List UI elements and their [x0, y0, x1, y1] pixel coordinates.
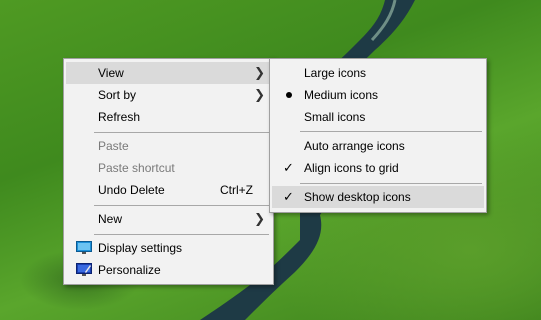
menu-item-label: Sort by: [98, 88, 137, 102]
menu-item-personalize[interactable]: Personalize: [66, 259, 271, 281]
menu-item-auto-arrange-icons[interactable]: Auto arrange icons: [272, 135, 484, 157]
menu-item-align-icons-to-grid[interactable]: ✓ Align icons to grid: [272, 157, 484, 179]
keyboard-shortcut: Ctrl+Z: [220, 183, 253, 197]
menu-item-label: Personalize: [98, 263, 161, 277]
menu-item-label: View: [98, 66, 124, 80]
menu-separator: [94, 234, 269, 235]
menu-item-label: Refresh: [98, 110, 141, 124]
chevron-right-icon: ❯: [254, 211, 265, 226]
menu-item-undo-delete[interactable]: Undo Delete Ctrl+Z: [66, 179, 271, 201]
menu-item-label: Auto arrange icons: [304, 139, 405, 153]
menu-separator: [94, 132, 269, 133]
chevron-right-icon: ❯: [254, 87, 265, 102]
menu-item-label: Align icons to grid: [304, 161, 399, 175]
menu-item-view[interactable]: View ❯: [66, 62, 271, 84]
menu-item-label: Medium icons: [304, 88, 379, 102]
menu-item-label: Paste shortcut: [98, 161, 175, 175]
menu-item-label: Show desktop icons: [304, 190, 411, 204]
menu-item-label: Paste: [98, 139, 129, 153]
menu-item-medium-icons[interactable]: Medium icons: [272, 84, 484, 106]
menu-item-small-icons[interactable]: Small icons: [272, 106, 484, 128]
menu-item-display-settings[interactable]: Display settings: [66, 237, 271, 259]
menu-item-paste-shortcut: Paste shortcut: [66, 157, 271, 179]
menu-item-large-icons[interactable]: Large icons: [272, 62, 484, 84]
display-settings-icon: [76, 241, 92, 254]
checkmark-icon: ✓: [283, 160, 294, 175]
view-submenu: Large icons Medium icons Small icons Aut…: [269, 58, 487, 213]
menu-item-new[interactable]: New ❯: [66, 208, 271, 230]
menu-item-label: Undo Delete: [98, 183, 165, 197]
menu-separator: [94, 205, 269, 206]
menu-item-label: New: [98, 212, 123, 226]
radio-bullet-icon: [286, 92, 292, 98]
checkmark-icon: ✓: [283, 189, 294, 204]
menu-item-label: Small icons: [304, 110, 366, 124]
menu-separator: [300, 183, 482, 184]
menu-item-label: Display settings: [98, 241, 183, 255]
personalize-icon: [76, 263, 92, 276]
menu-item-label: Large icons: [304, 66, 367, 80]
chevron-right-icon: ❯: [254, 65, 265, 80]
desktop-context-menu: View ❯ Sort by ❯ Refresh Paste Paste sho…: [63, 58, 274, 285]
menu-item-paste: Paste: [66, 135, 271, 157]
menu-separator: [300, 131, 482, 132]
menu-item-sort-by[interactable]: Sort by ❯: [66, 84, 271, 106]
menu-item-show-desktop-icons[interactable]: ✓ Show desktop icons: [272, 186, 484, 208]
menu-item-refresh[interactable]: Refresh: [66, 106, 271, 128]
